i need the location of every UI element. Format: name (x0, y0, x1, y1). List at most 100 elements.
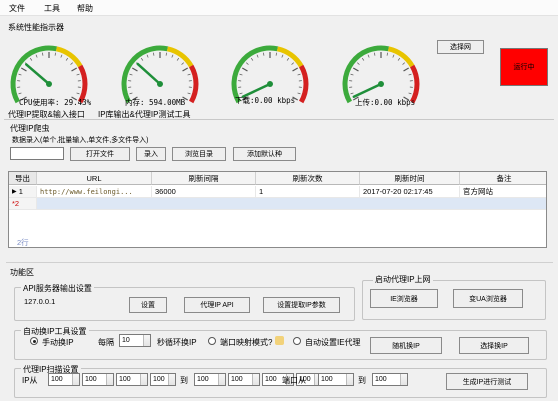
func-title: 功能区 (10, 268, 34, 277)
select-ip-button[interactable]: 选择换IP (459, 337, 529, 354)
tab-divider (4, 119, 554, 120)
gauge-tick (131, 67, 138, 72)
choose-net-button[interactable]: 选择网 (437, 40, 484, 54)
to-ip-octet-2[interactable]: 100 (228, 373, 260, 386)
gauge-tick (18, 92, 22, 95)
col-interval[interactable]: 刷新间隔 (152, 172, 256, 185)
gauge-tick (250, 57, 254, 61)
auto-title: 自动换IP工具设置 (21, 326, 89, 337)
gauge-band (188, 64, 199, 104)
new-row[interactable] (37, 198, 546, 210)
gauge-tick (35, 54, 38, 58)
gauge-tick (182, 67, 189, 72)
url-table: 导出 URL 刷新间隔 刷新次数 刷新时间 备注 ▶ 1 http://www.… (8, 171, 547, 248)
export-button[interactable]: 导出 (9, 172, 37, 185)
cell-count[interactable]: 1 (256, 186, 360, 198)
running-button[interactable]: 运行中 (500, 48, 548, 86)
gauge-tick (256, 54, 259, 58)
random-ip-button[interactable]: 随机换IP (370, 337, 442, 354)
port-end-stepper[interactable]: 100 (372, 373, 408, 386)
upload-gauge (342, 45, 420, 104)
menu-help[interactable]: 帮助 (77, 3, 93, 14)
gauge-tick (239, 73, 243, 76)
api-address: 127.0.0.1 (24, 297, 56, 306)
browse-dir-button[interactable]: 浏览目录 (172, 147, 226, 161)
from-ip-octet-3[interactable]: 100 (116, 373, 148, 386)
memory-gauge (121, 45, 199, 104)
table-row-header[interactable]: ▶ 1 (9, 186, 37, 198)
menu-tools[interactable]: 工具 (44, 3, 60, 14)
gauge-tick (408, 73, 412, 76)
row-number: 2 (14, 199, 20, 208)
perf-title: 系统性能指示器 (8, 23, 64, 32)
gauge-tick (402, 62, 406, 65)
cell-note[interactable]: 官方网站 (460, 186, 546, 198)
col-note[interactable]: 备注 (460, 172, 546, 185)
gauge-tick (176, 57, 180, 61)
gauge-tick (352, 67, 359, 72)
col-time[interactable]: 刷新时间 (360, 172, 460, 185)
cell-time[interactable]: 2017-07-20 02:17:45 (360, 186, 460, 198)
from-ip-octet-2[interactable]: 100 (82, 373, 114, 386)
col-count[interactable]: 刷新次数 (256, 172, 360, 185)
cpu-label: CPU使用率: 29.43% (19, 98, 92, 107)
api-settings-button[interactable]: 设置 (129, 297, 167, 313)
cell-url[interactable]: http://www.feilongi... (37, 186, 152, 198)
url-input[interactable] (10, 147, 64, 160)
open-file-button[interactable]: 打开文件 (70, 147, 130, 161)
add-default-button[interactable]: 添加默认种 (233, 147, 296, 161)
gauge-band (55, 46, 83, 68)
port-to-label: 到 (358, 376, 366, 385)
seconds-stepper[interactable]: 10 (119, 334, 151, 347)
gauge-hub (157, 81, 163, 87)
gauge-tick (297, 92, 301, 95)
gauge-tick (129, 73, 133, 76)
to-ip-octet-1[interactable]: 100 (194, 373, 226, 386)
port-from-label: 端口从 (282, 376, 306, 385)
gauge-tick (397, 57, 401, 61)
gauge-tick (65, 57, 69, 61)
enter-button[interactable]: 录入 (136, 147, 166, 161)
from-ip-octet-4[interactable]: 100 (150, 373, 176, 386)
gauge-tick (18, 73, 22, 76)
gauge-band (298, 64, 309, 104)
gauge-tick (153, 52, 155, 56)
generate-ip-button[interactable]: 生成IP进行测试 (446, 373, 528, 390)
upload-label: 上传:0.00 kbps (355, 98, 416, 107)
row-marker: ▶ (12, 189, 17, 195)
gauge-tick (129, 92, 133, 95)
gauge-tick (20, 67, 27, 72)
cell-interval[interactable]: 36000 (152, 186, 256, 198)
func-divider (6, 262, 553, 263)
help-icon[interactable] (275, 336, 284, 345)
gauge-tick (297, 73, 301, 76)
col-url[interactable]: URL (37, 172, 152, 185)
menu-file[interactable]: 文件 (9, 3, 25, 14)
cycle-label: 秒循环换IP (157, 338, 197, 347)
gauge-needle (136, 62, 162, 86)
port-map-radio[interactable] (208, 337, 216, 345)
manual-radio[interactable] (30, 337, 38, 345)
gauge-needle (352, 82, 383, 99)
ie-browser-button[interactable]: IE浏览器 (370, 289, 438, 308)
cpu-gauge (10, 45, 88, 104)
proxy-api-button[interactable]: 代理IP API (184, 297, 250, 313)
memory-label: 内存: 594.00MB (125, 98, 186, 107)
gauge-tick (291, 62, 295, 65)
gauge-tick (350, 92, 354, 95)
auto-ie-radio[interactable] (293, 337, 301, 345)
gauge-tick (187, 73, 191, 76)
gauge-tick (292, 67, 299, 72)
table-row-header[interactable]: * 2 (9, 198, 37, 210)
download-label: 下载:0.00 kbps (235, 96, 296, 105)
ua-browser-button[interactable]: 变UA浏览器 (453, 289, 523, 308)
port-start-stepper[interactable]: 100 (318, 373, 354, 386)
from-ip-octet-1[interactable]: 100 (48, 373, 80, 386)
extract-params-button[interactable]: 设置提取IP参数 (263, 297, 340, 313)
gauge-tick (76, 73, 80, 76)
gauge-tick (70, 62, 74, 65)
gauge-tick (76, 92, 80, 95)
ip-to-label: 到 (180, 376, 188, 385)
gauge-tick (374, 52, 376, 56)
menu-bar: 文件 工具 帮助 (0, 0, 558, 16)
